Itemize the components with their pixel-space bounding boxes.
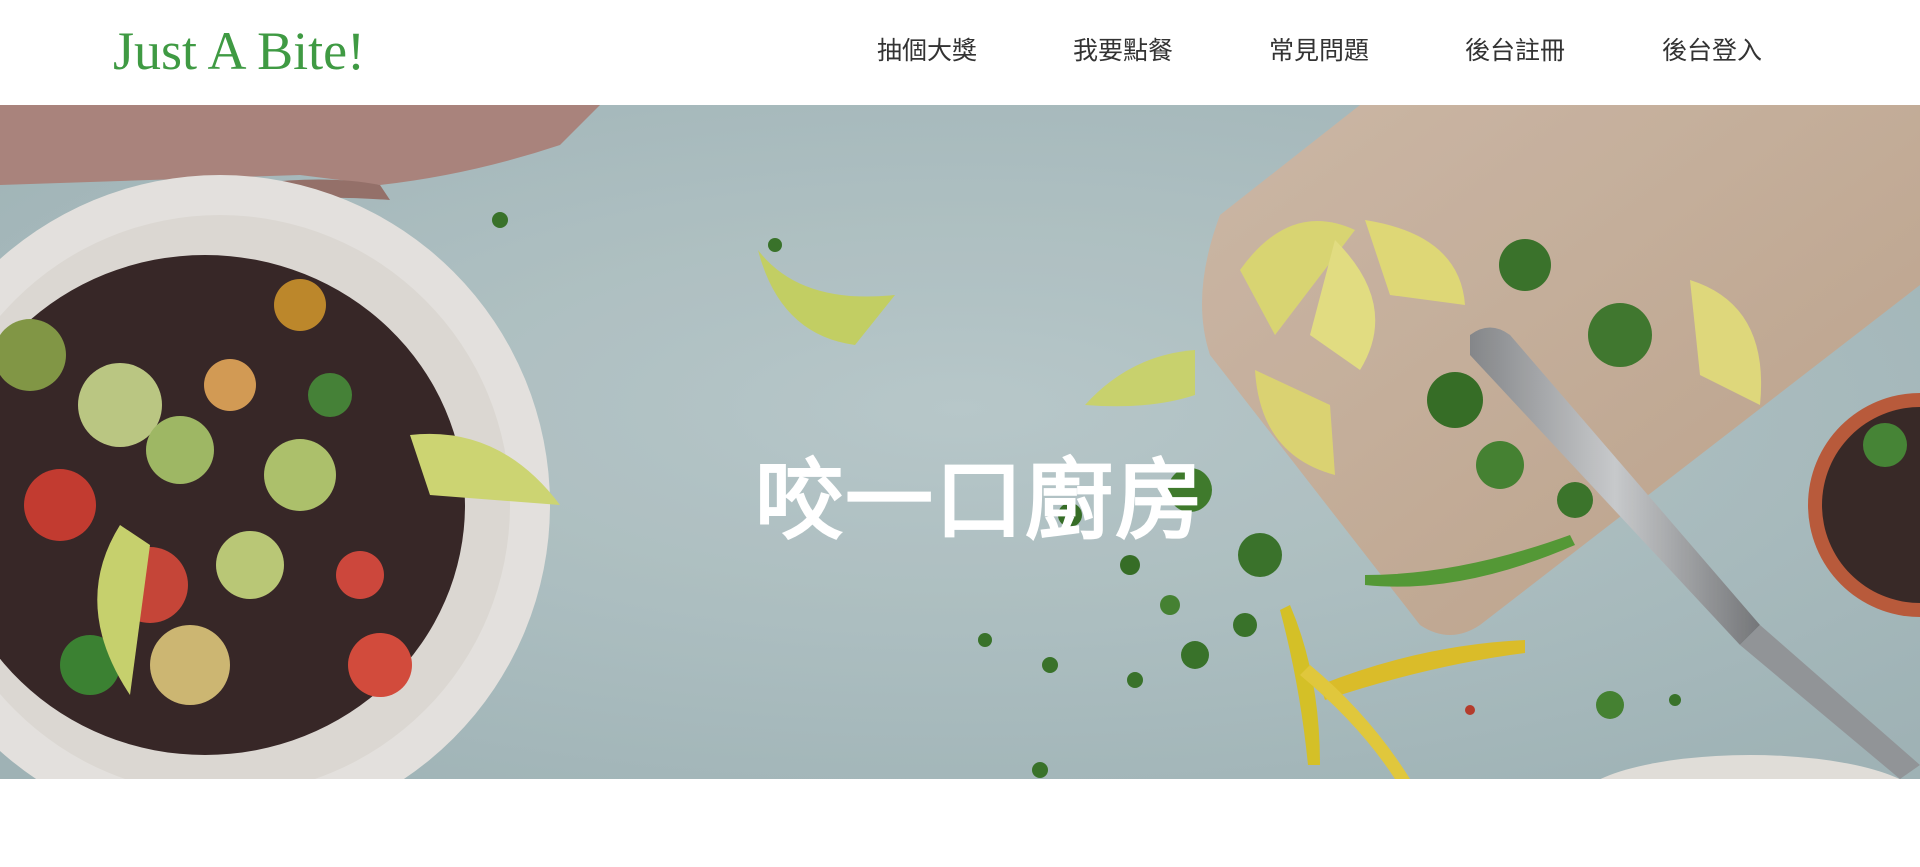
top-navbar: Just A Bite! 抽個大獎 我要點餐 常見問題 後台註冊 後台登入 — [0, 0, 1920, 105]
nav-link-faq[interactable]: 常見問題 — [1269, 34, 1369, 68]
hero-title: 咬一口廚房 — [754, 448, 1205, 552]
nav-link-admin-register[interactable]: 後台註冊 — [1465, 34, 1565, 68]
nav-link-lottery[interactable]: 抽個大獎 — [877, 34, 977, 68]
hero-background-image — [0, 105, 1920, 779]
nav-link-order[interactable]: 我要點餐 — [1073, 34, 1173, 68]
main-nav: 抽個大獎 我要點餐 常見問題 後台註冊 後台登入 — [0, 0, 1920, 105]
nav-link-admin-login[interactable]: 後台登入 — [1662, 34, 1762, 68]
hero-banner: 咬一口廚房 — [0, 105, 1920, 779]
